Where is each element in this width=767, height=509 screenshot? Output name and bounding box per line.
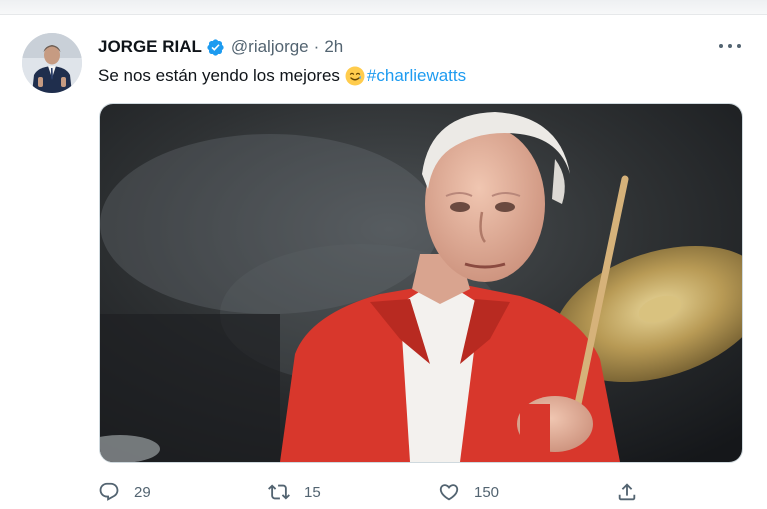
like-count: 150 — [474, 483, 500, 501]
separator-dot: · — [313, 37, 320, 56]
smiling-tear-emoji — [345, 66, 365, 86]
top-strip — [0, 0, 767, 15]
verified-badge-icon — [207, 38, 224, 56]
reply-icon — [99, 482, 119, 501]
retweet-button[interactable]: 15 — [268, 481, 321, 503]
avatar-image — [22, 33, 82, 93]
reply-button[interactable]: 29 — [98, 481, 151, 503]
reply-count: 29 — [134, 483, 151, 501]
tweet-image[interactable] — [99, 103, 743, 463]
tweet-body: Se nos están yendo los mejores — [98, 66, 340, 85]
author-handle[interactable]: @rialjorge — [231, 37, 309, 57]
like-icon — [439, 484, 459, 501]
drummer-photo — [100, 104, 742, 462]
timestamp[interactable]: 2h — [324, 37, 343, 57]
tweet-text: Se nos están yendo los mejores #charliew… — [98, 66, 466, 86]
tweet-header: JORGE RIAL @rialjorge · 2h — [98, 36, 737, 58]
retweet-icon — [268, 484, 290, 500]
like-button[interactable]: 150 — [438, 481, 499, 503]
tweet-actions: 29 15 150 — [98, 481, 658, 503]
retweet-count: 15 — [304, 483, 321, 501]
share-button[interactable] — [616, 481, 638, 503]
author-name[interactable]: JORGE RIAL — [98, 37, 202, 57]
tweet-card[interactable]: JORGE RIAL @rialjorge · 2h Se nos están … — [0, 15, 767, 509]
share-icon — [618, 483, 636, 501]
avatar[interactable] — [22, 33, 82, 93]
hashtag-link[interactable]: #charliewatts — [367, 66, 466, 86]
more-options-icon[interactable] — [719, 37, 741, 55]
